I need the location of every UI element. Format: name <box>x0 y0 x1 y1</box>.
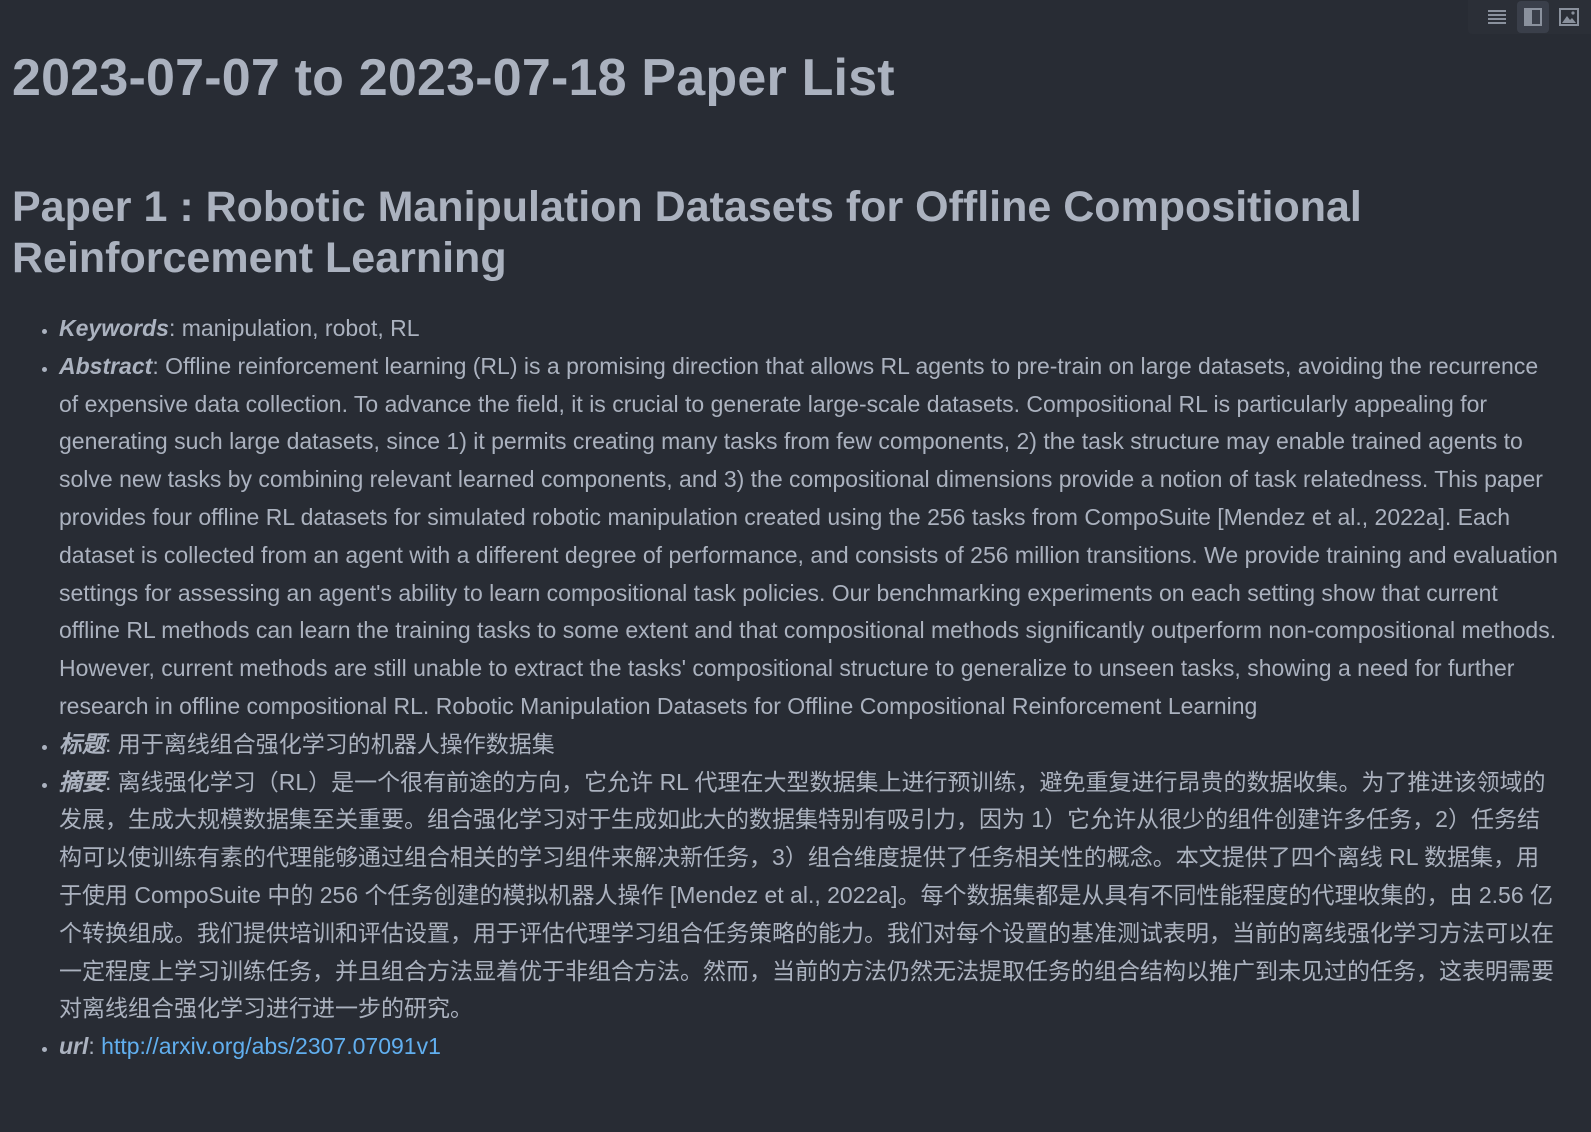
sidebar-toggle-button[interactable] <box>1517 1 1549 33</box>
keywords-item: Keywords: manipulation, robot, RL <box>59 310 1559 348</box>
abstract-label: Abstract <box>59 352 153 379</box>
paper-properties: Keywords: manipulation, robot, RL Abstra… <box>12 310 1559 1066</box>
title-cn-value: : 用于离线组合强化学习的机器人操作数据集 <box>105 730 555 757</box>
paper-url-link[interactable]: http://arxiv.org/abs/2307.07091v1 <box>101 1033 441 1059</box>
sidebar-toggle-icon <box>1524 8 1542 26</box>
url-item: url: http://arxiv.org/abs/2307.07091v1 <box>59 1028 1559 1066</box>
abstract-value: : Offline reinforcement learning (RL) is… <box>59 352 1558 719</box>
list-icon <box>1488 10 1506 24</box>
keywords-value: : manipulation, robot, RL <box>168 315 420 341</box>
page-title: 2023-07-07 to 2023-07-18 Paper List <box>12 49 895 107</box>
document-page: 2023-07-07 to 2023-07-18 Paper List Pape… <box>0 0 1591 1132</box>
view-toolbar <box>1468 0 1591 34</box>
outline-view-button[interactable] <box>1481 1 1513 33</box>
abstract-cn-item: 摘要: 离线强化学习（RL）是一个很有前途的方向，它允许 RL 代理在大型数据集… <box>59 764 1559 1029</box>
image-view-button[interactable] <box>1553 1 1585 33</box>
paper-heading: Paper 1 : Robotic Manipulation Datasets … <box>12 183 1362 282</box>
url-separator: : <box>88 1033 102 1060</box>
abstract-item: Abstract: Offline reinforcement learning… <box>59 348 1559 726</box>
abstract-cn-label: 摘要 <box>59 768 105 795</box>
title-cn-label: 标题 <box>59 730 105 757</box>
title-cn-item: 标题: 用于离线组合强化学习的机器人操作数据集 <box>59 726 1559 764</box>
url-label: url <box>59 1033 89 1060</box>
image-icon <box>1559 8 1579 26</box>
abstract-cn-value: : 离线强化学习（RL）是一个很有前途的方向，它允许 RL 代理在大型数据集上进… <box>59 768 1554 1022</box>
keywords-label: Keywords <box>59 315 169 341</box>
